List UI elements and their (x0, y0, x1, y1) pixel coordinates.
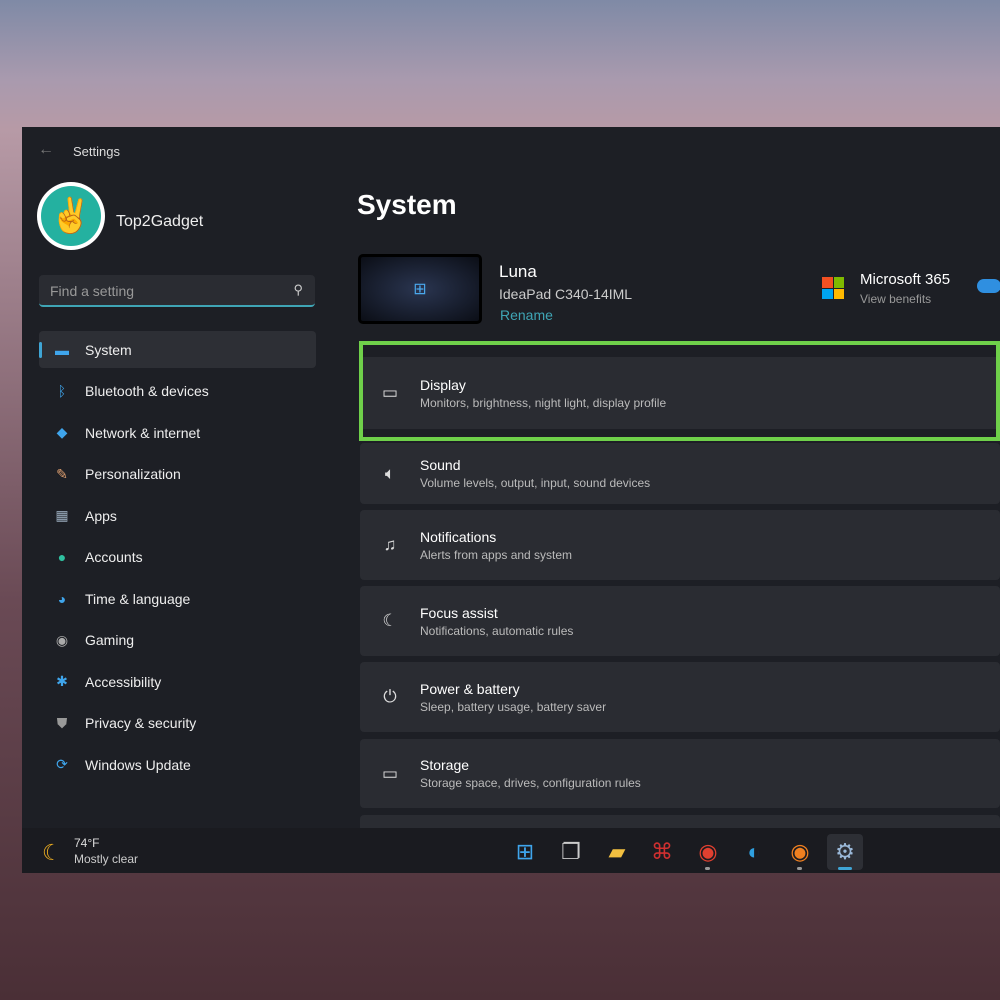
sidebar-nav: ▬ System ᛒ Bluetooth & devices ◆ Network & … (39, 331, 316, 788)
speaker-icon: 🔈︎ (384, 463, 396, 483)
sidebar-item-accounts[interactable]: ● Accounts (39, 539, 316, 576)
folder-icon: ▰ (608, 839, 626, 864)
running-indicator (797, 867, 802, 870)
sidebar-item-label: Personalization (85, 466, 181, 482)
card-title: Power & battery (420, 680, 520, 697)
settings-window: ← Settings ✌ Top2Gadget Find a setting ⚲… (22, 127, 1000, 873)
highlight-box (359, 341, 1000, 441)
page-title: System (357, 189, 457, 220)
wifi-icon: ◆ (56, 424, 68, 440)
settings-taskbar-button[interactable]: ⚙ (827, 834, 863, 870)
arrow-left-icon[interactable]: ← (38, 141, 54, 159)
sidebar-item-label: Bluetooth & devices (85, 383, 209, 399)
card-storage[interactable]: ▭ Storage Storage space, drives, configura… (360, 739, 1000, 808)
sidebar-item-time-language[interactable]: ◕ Time & language (39, 580, 316, 617)
window-title: Settings (73, 144, 120, 159)
windows-logo-icon: ⊞ (515, 839, 535, 864)
sidebar-item-accessibility[interactable]: ✱ Accessibility (39, 663, 316, 700)
card-power-battery[interactable]: ⏻ Power & battery Sleep, battery usage, ba… (360, 662, 1000, 732)
shield-icon: ⛊ (56, 714, 68, 731)
sidebar-item-windows-update[interactable]: ⟳ Windows Update (39, 746, 316, 783)
search-input[interactable]: Find a setting ⚲ (39, 275, 315, 307)
active-indicator (838, 867, 852, 870)
device-model: IdeaPad C340-14IML (499, 286, 633, 302)
chrome-button[interactable]: ◉ (690, 834, 726, 870)
globe-clock-icon: ◕ (57, 590, 67, 607)
sidebar-item-apps[interactable]: ▦ Apps (39, 497, 316, 534)
card-title: Notifications (420, 528, 497, 545)
edge-icon: ◐ (747, 839, 761, 864)
search-placeholder: Find a setting (50, 283, 135, 299)
apps-icon: ▦ (55, 507, 69, 523)
power-icon: ⏻ (383, 687, 397, 706)
person-icon: ● (57, 549, 67, 565)
ms365-title[interactable]: Microsoft 365 (860, 271, 950, 288)
card-sound[interactable]: 🔈︎ Sound Volume levels, output, input, sou… (360, 443, 1000, 504)
sidebar-item-bluetooth[interactable]: ᛒ Bluetooth & devices (39, 373, 316, 410)
card-subtitle: Notifications, automatic rules (420, 623, 574, 638)
user-name: Top2Gadget (116, 213, 204, 230)
sidebar-item-label: Accessibility (85, 673, 162, 690)
edge-button[interactable]: ◐ (736, 834, 772, 870)
weather-moon-cloud-icon[interactable]: ☾ (42, 840, 62, 866)
title-bar: ← Settings (22, 127, 1000, 175)
acrobat-button[interactable]: ⌘ (644, 834, 680, 870)
device-thumbnail: ⊞ (358, 254, 482, 324)
card-title: Storage (420, 757, 470, 773)
sidebar-item-label: Accounts (85, 549, 143, 565)
acrobat-icon: ⌘ (651, 839, 673, 864)
windows-logo-icon: ⊞ (413, 281, 427, 298)
sidebar-item-label: System (85, 341, 132, 358)
drive-icon: ▭ (381, 763, 399, 783)
sidebar-item-gaming[interactable]: ◉ Gaming (39, 622, 316, 659)
card-subtitle: Sleep, battery usage, battery saver (420, 699, 607, 714)
card-subtitle: Volume levels, output, input, sound devi… (420, 476, 651, 490)
rename-link[interactable]: Rename (500, 307, 553, 323)
monitor-icon: ▬ (55, 341, 69, 358)
search-icon[interactable]: ⚲ (293, 282, 303, 298)
card-title: Sound (420, 457, 461, 473)
brush-icon: ✎ (56, 465, 68, 482)
sidebar-item-label: Windows Update (85, 756, 191, 773)
sidebar-item-label: Privacy & security (85, 715, 197, 731)
running-indicator (705, 867, 710, 870)
file-explorer-button[interactable]: ▰ (599, 834, 635, 870)
sidebar-item-privacy[interactable]: ⛊ Privacy & security (39, 705, 316, 742)
weather-condition[interactable]: Mostly clear (74, 852, 138, 866)
sidebar-item-label: Time & language (85, 590, 191, 607)
ms365-view-benefits[interactable]: View benefits (860, 292, 931, 306)
sidebar-item-label: Network & internet (85, 424, 201, 441)
update-icon: ⟳ (56, 756, 68, 772)
gamepad-icon: ◉ (55, 631, 69, 648)
bell-icon: ♫ (383, 535, 397, 554)
peace-hand-icon: ✌ (41, 186, 101, 246)
sidebar-item-label: Gaming (85, 632, 135, 648)
taskbar: ☾ 74°F Mostly clear ⊞ ❐ ▰ ⌘ ◉ ◐ ◉ ⚙ (22, 828, 1000, 873)
accessibility-icon: ✱ (56, 673, 68, 689)
moon-icon: ☾ (382, 611, 398, 630)
sidebar-item-personalization[interactable]: ✎ Personalization (39, 456, 316, 493)
task-view-icon: ❐ (561, 839, 581, 864)
bluetooth-icon: ᛒ (57, 383, 67, 399)
card-focus-assist[interactable]: ☾ Focus assist Notifications, automatic ru… (360, 586, 1000, 656)
device-name: Luna (499, 262, 537, 281)
sidebar-item-system[interactable]: ▬ System (39, 331, 316, 368)
sidebar-item-network[interactable]: ◆ Network & internet (39, 414, 316, 451)
card-subtitle: Storage space, drives, configuration rul… (420, 776, 641, 790)
sidebar-item-label: Apps (85, 507, 117, 524)
card-notifications[interactable]: ♫ Notifications Alerts from apps and syste… (360, 510, 1000, 580)
task-view-button[interactable]: ❐ (553, 834, 589, 870)
onedrive-icon[interactable] (977, 279, 1000, 293)
chrome-icon: ◉ (698, 839, 718, 864)
avatar[interactable]: ✌ (37, 182, 105, 250)
microsoft-logo-icon (822, 277, 844, 299)
start-button[interactable]: ⊞ (507, 834, 543, 870)
card-subtitle: Alerts from apps and system (420, 547, 573, 562)
card-title: Focus assist (420, 604, 498, 621)
chrome-canary-button[interactable]: ◉ (782, 834, 818, 870)
gear-icon: ⚙ (835, 839, 855, 864)
chrome-canary-icon: ◉ (790, 839, 810, 864)
weather-temp[interactable]: 74°F (74, 836, 99, 850)
